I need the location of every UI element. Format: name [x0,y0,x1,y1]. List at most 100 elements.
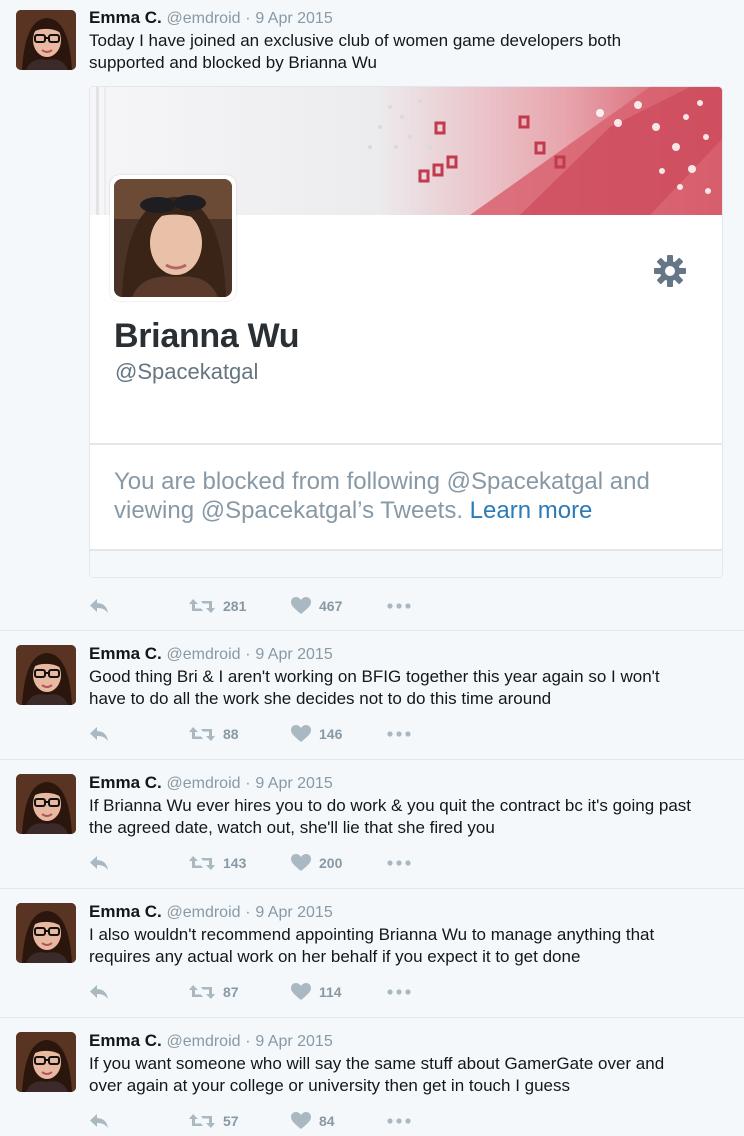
tweet-actions: 281 467 [89,594,411,618]
tweet[interactable]: Emma C. @emdroid · 9 Apr 2015 Good thing… [0,631,744,760]
retweet-icon [189,726,215,742]
more-button[interactable] [387,860,411,866]
author-handle[interactable]: @emdroid [166,775,240,792]
retweet-icon [189,855,215,871]
heart-icon [291,725,311,743]
tweet-text-line: supported and blocked by Brianna Wu [89,53,377,72]
more-icon [387,1118,411,1124]
author-name[interactable]: Emma C. [89,644,162,663]
heart-icon [291,597,311,615]
reply-button[interactable] [89,598,189,614]
profile-photo[interactable] [110,175,236,301]
author-handle[interactable]: @emdroid [166,904,240,921]
retweet-count: 281 [223,598,247,614]
tweet-text-line: the agreed date, watch out, she'll lie t… [89,818,495,837]
avatar[interactable] [16,10,76,70]
like-count: 200 [319,855,343,871]
divider [90,443,722,445]
tweet-date[interactable]: 9 Apr 2015 [255,1033,332,1050]
reply-button[interactable] [89,984,189,1000]
more-icon [387,603,411,609]
author-name[interactable]: Emma C. [89,773,162,792]
tweet-text: If Brianna Wu ever hires you to do work … [89,795,730,839]
retweet-button[interactable]: 88 [189,726,291,742]
more-button[interactable] [387,603,411,609]
retweet-icon [189,598,215,614]
tweet-content: Emma C. @emdroid · 9 Apr 2015 If you wan… [89,1030,730,1097]
tweet-text-line: requires any actual work on her behalf i… [89,947,581,966]
tweet-text: Good thing Bri & I aren't working on BFI… [89,666,730,710]
tweet-text-line: Today I have joined an exclusive club of… [89,31,622,50]
tweet-text-line: have to do all the work she decides not … [89,689,552,708]
like-button[interactable]: 200 [291,854,387,872]
tweet-actions: 57 84 [89,1109,411,1133]
tweet-content: Emma C. @emdroid · 9 Apr 2015 If Brianna… [89,772,730,839]
reply-icon [89,598,109,614]
tweet-actions: 88 146 [89,722,411,746]
reply-button[interactable] [89,1113,189,1129]
author-name[interactable]: Emma C. [89,8,162,27]
retweet-icon [189,984,215,1000]
like-button[interactable]: 467 [291,597,387,615]
heart-icon [291,854,311,872]
author-handle[interactable]: @emdroid [166,10,240,27]
retweet-button[interactable]: 281 [189,598,291,614]
tweet-date[interactable]: 9 Apr 2015 [255,904,332,921]
more-button[interactable] [387,731,411,737]
author-handle[interactable]: @emdroid [166,1033,240,1050]
heart-icon [291,1112,311,1130]
retweet-button[interactable]: 87 [189,984,291,1000]
more-button[interactable] [387,989,411,995]
author-handle[interactable]: @emdroid [166,646,240,663]
reply-icon [89,855,109,871]
tweet-header: Emma C. @emdroid · 9 Apr 2015 [89,1031,333,1050]
more-icon [387,731,411,737]
blocked-line: You are blocked from following @Spacekat… [114,468,650,495]
retweet-button[interactable]: 143 [189,855,291,871]
embedded-profile-card[interactable]: Brianna Wu @Spacekatgal You are blocked … [89,86,723,578]
avatar[interactable] [16,1032,76,1092]
reply-button[interactable] [89,855,189,871]
author-name[interactable]: Emma C. [89,902,162,921]
author-name[interactable]: Emma C. [89,1031,162,1050]
tweet-header: Emma C. @emdroid · 9 Apr 2015 [89,773,333,792]
retweet-count: 87 [223,984,239,1000]
retweet-count: 143 [223,855,247,871]
card-footer [90,551,722,577]
more-icon [387,989,411,995]
reply-icon [89,1113,109,1129]
avatar[interactable] [16,645,76,705]
heart-icon [291,983,311,1001]
tweet-text: Today I have joined an exclusive club of… [89,30,730,74]
tweet-actions: 87 114 [89,980,411,1004]
like-count: 146 [319,726,343,742]
reply-icon [89,726,109,742]
retweet-button[interactable]: 57 [189,1113,291,1129]
tweet[interactable]: Emma C. @emdroid · 9 Apr 2015 Today I ha… [0,0,744,631]
like-count: 84 [319,1113,335,1129]
tweet[interactable]: Emma C. @emdroid · 9 Apr 2015 I also wou… [0,889,744,1018]
tweet-date[interactable]: 9 Apr 2015 [255,10,332,27]
tweet[interactable]: Emma C. @emdroid · 9 Apr 2015 If Brianna… [0,760,744,889]
blocked-line: viewing @Spacekatgal’s Tweets. [114,497,463,524]
tweet[interactable]: Emma C. @emdroid · 9 Apr 2015 If you wan… [0,1018,744,1136]
more-button[interactable] [387,1118,411,1124]
learn-more-link[interactable]: Learn more [470,497,593,524]
tweet-date[interactable]: 9 Apr 2015 [255,775,332,792]
reply-button[interactable] [89,726,189,742]
like-button[interactable]: 114 [291,983,387,1001]
reply-icon [89,984,109,1000]
like-button[interactable]: 146 [291,725,387,743]
retweet-icon [189,1113,215,1129]
gear-icon[interactable] [652,253,688,294]
tweet-header: Emma C. @emdroid · 9 Apr 2015 [89,902,333,921]
retweet-count: 57 [223,1113,239,1129]
like-count: 114 [319,984,342,1000]
tweet-text-line: Good thing Bri & I aren't working on BFI… [89,667,660,686]
tweet-date[interactable]: 9 Apr 2015 [255,646,332,663]
tweet-text-line: If Brianna Wu ever hires you to do work … [89,796,692,815]
like-button[interactable]: 84 [291,1112,387,1130]
tweet-actions: 143 200 [89,851,411,875]
avatar[interactable] [16,774,76,834]
avatar[interactable] [16,903,76,963]
